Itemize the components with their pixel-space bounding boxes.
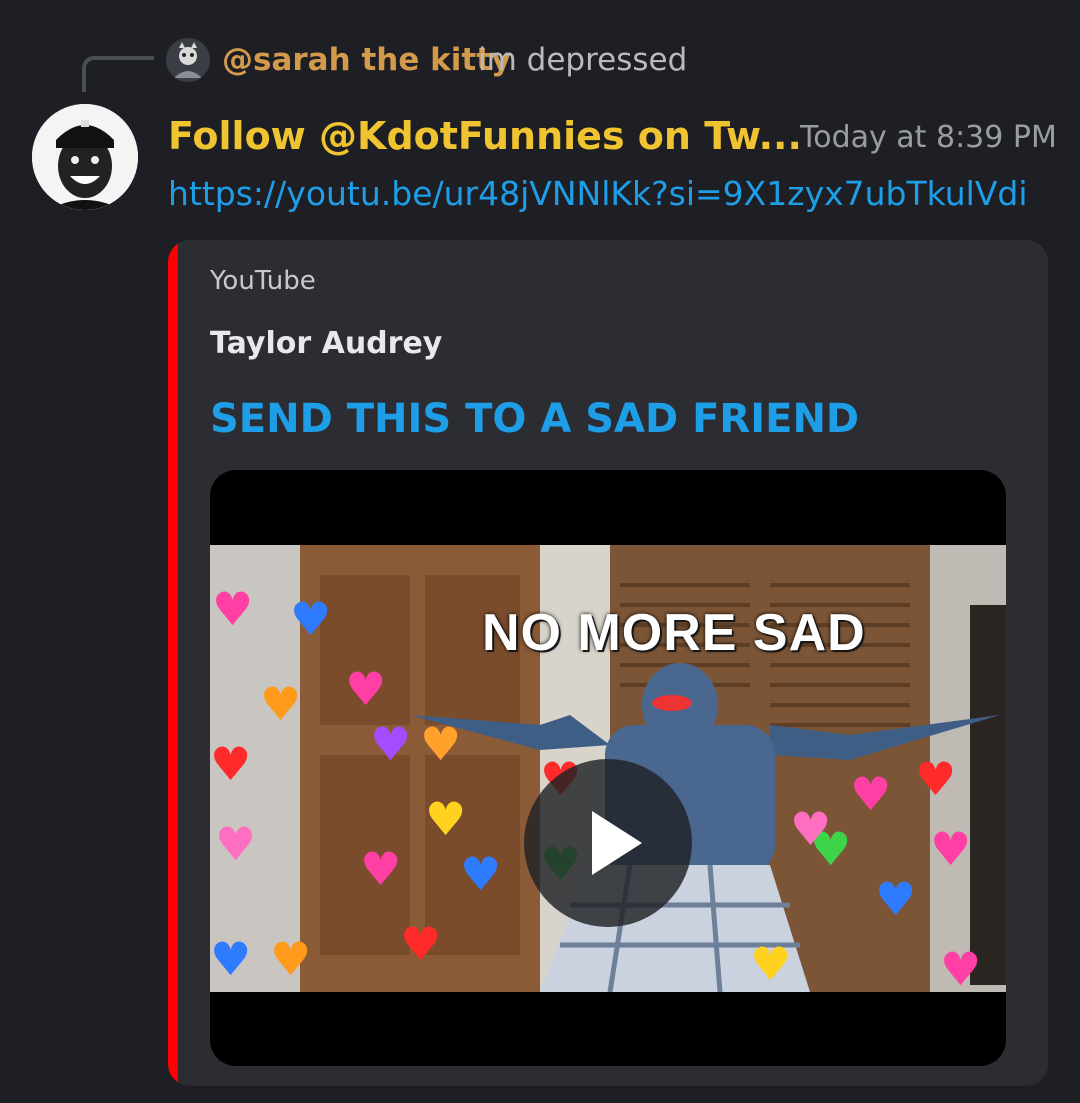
chat-message-view: @sarah the kitty im depressed Follow @Kd… bbox=[0, 0, 1080, 1103]
svg-text:♥: ♥ bbox=[270, 932, 311, 986]
reply-connector-line bbox=[82, 56, 154, 92]
embed-title[interactable]: SEND THIS TO A SAD FRIEND bbox=[210, 392, 859, 446]
svg-text:♥: ♥ bbox=[915, 752, 956, 806]
embed-author[interactable]: Taylor Audrey bbox=[210, 322, 442, 366]
message-link[interactable]: https://youtu.be/ur48jVNNlKk?si=9X1zyx7u… bbox=[168, 170, 1028, 218]
svg-text:♥: ♥ bbox=[400, 917, 441, 971]
thumbnail-caption: NO MORE SAD bbox=[482, 604, 866, 662]
embed-provider[interactable]: YouTube bbox=[210, 262, 316, 300]
link-embed: YouTube Taylor Audrey SEND THIS TO A SAD… bbox=[168, 240, 1048, 1086]
svg-text:♥: ♥ bbox=[420, 717, 461, 771]
svg-text:♥: ♥ bbox=[425, 792, 466, 846]
video-player[interactable]: ♥ ♥ ♥ ♥ ♥ ♥ ♥ ♥ ♥ ♥ ♥ ♥ ♥ ♥ ♥ ♥ ♥ ♥ ♥ ♥ … bbox=[210, 470, 1006, 1066]
svg-text:♥: ♥ bbox=[345, 662, 386, 716]
message-timestamp: Today at 8:39 PM bbox=[800, 120, 1057, 155]
svg-text:♥: ♥ bbox=[930, 822, 971, 876]
svg-text:♥: ♥ bbox=[360, 842, 401, 896]
svg-text:♥: ♥ bbox=[750, 937, 791, 991]
play-button[interactable] bbox=[524, 759, 692, 927]
reply-username[interactable]: @sarah the kitty bbox=[222, 38, 511, 82]
svg-text:♥: ♥ bbox=[210, 932, 251, 986]
author-avatar[interactable] bbox=[32, 104, 138, 210]
embed-accent-bar bbox=[168, 240, 178, 1086]
play-icon bbox=[592, 811, 642, 875]
svg-text:♥: ♥ bbox=[790, 802, 831, 856]
svg-text:♥: ♥ bbox=[212, 582, 253, 636]
svg-text:♥: ♥ bbox=[290, 592, 331, 646]
svg-text:♥: ♥ bbox=[260, 677, 301, 731]
svg-text:♥: ♥ bbox=[875, 872, 916, 926]
svg-text:♥: ♥ bbox=[460, 847, 501, 901]
reply-message-preview[interactable]: im depressed bbox=[478, 38, 687, 82]
svg-text:♥: ♥ bbox=[210, 737, 251, 791]
svg-text:♥: ♥ bbox=[850, 767, 891, 821]
video-thumbnail[interactable]: ♥ ♥ ♥ ♥ ♥ ♥ ♥ ♥ ♥ ♥ ♥ ♥ ♥ ♥ ♥ ♥ ♥ ♥ ♥ ♥ … bbox=[210, 545, 1006, 992]
svg-text:♥: ♥ bbox=[940, 942, 981, 992]
author-username[interactable]: Follow @KdotFunnies on Tw... bbox=[168, 110, 802, 162]
reply-avatar[interactable] bbox=[166, 38, 210, 82]
svg-text:♥: ♥ bbox=[370, 717, 411, 771]
svg-text:♥: ♥ bbox=[215, 817, 256, 871]
